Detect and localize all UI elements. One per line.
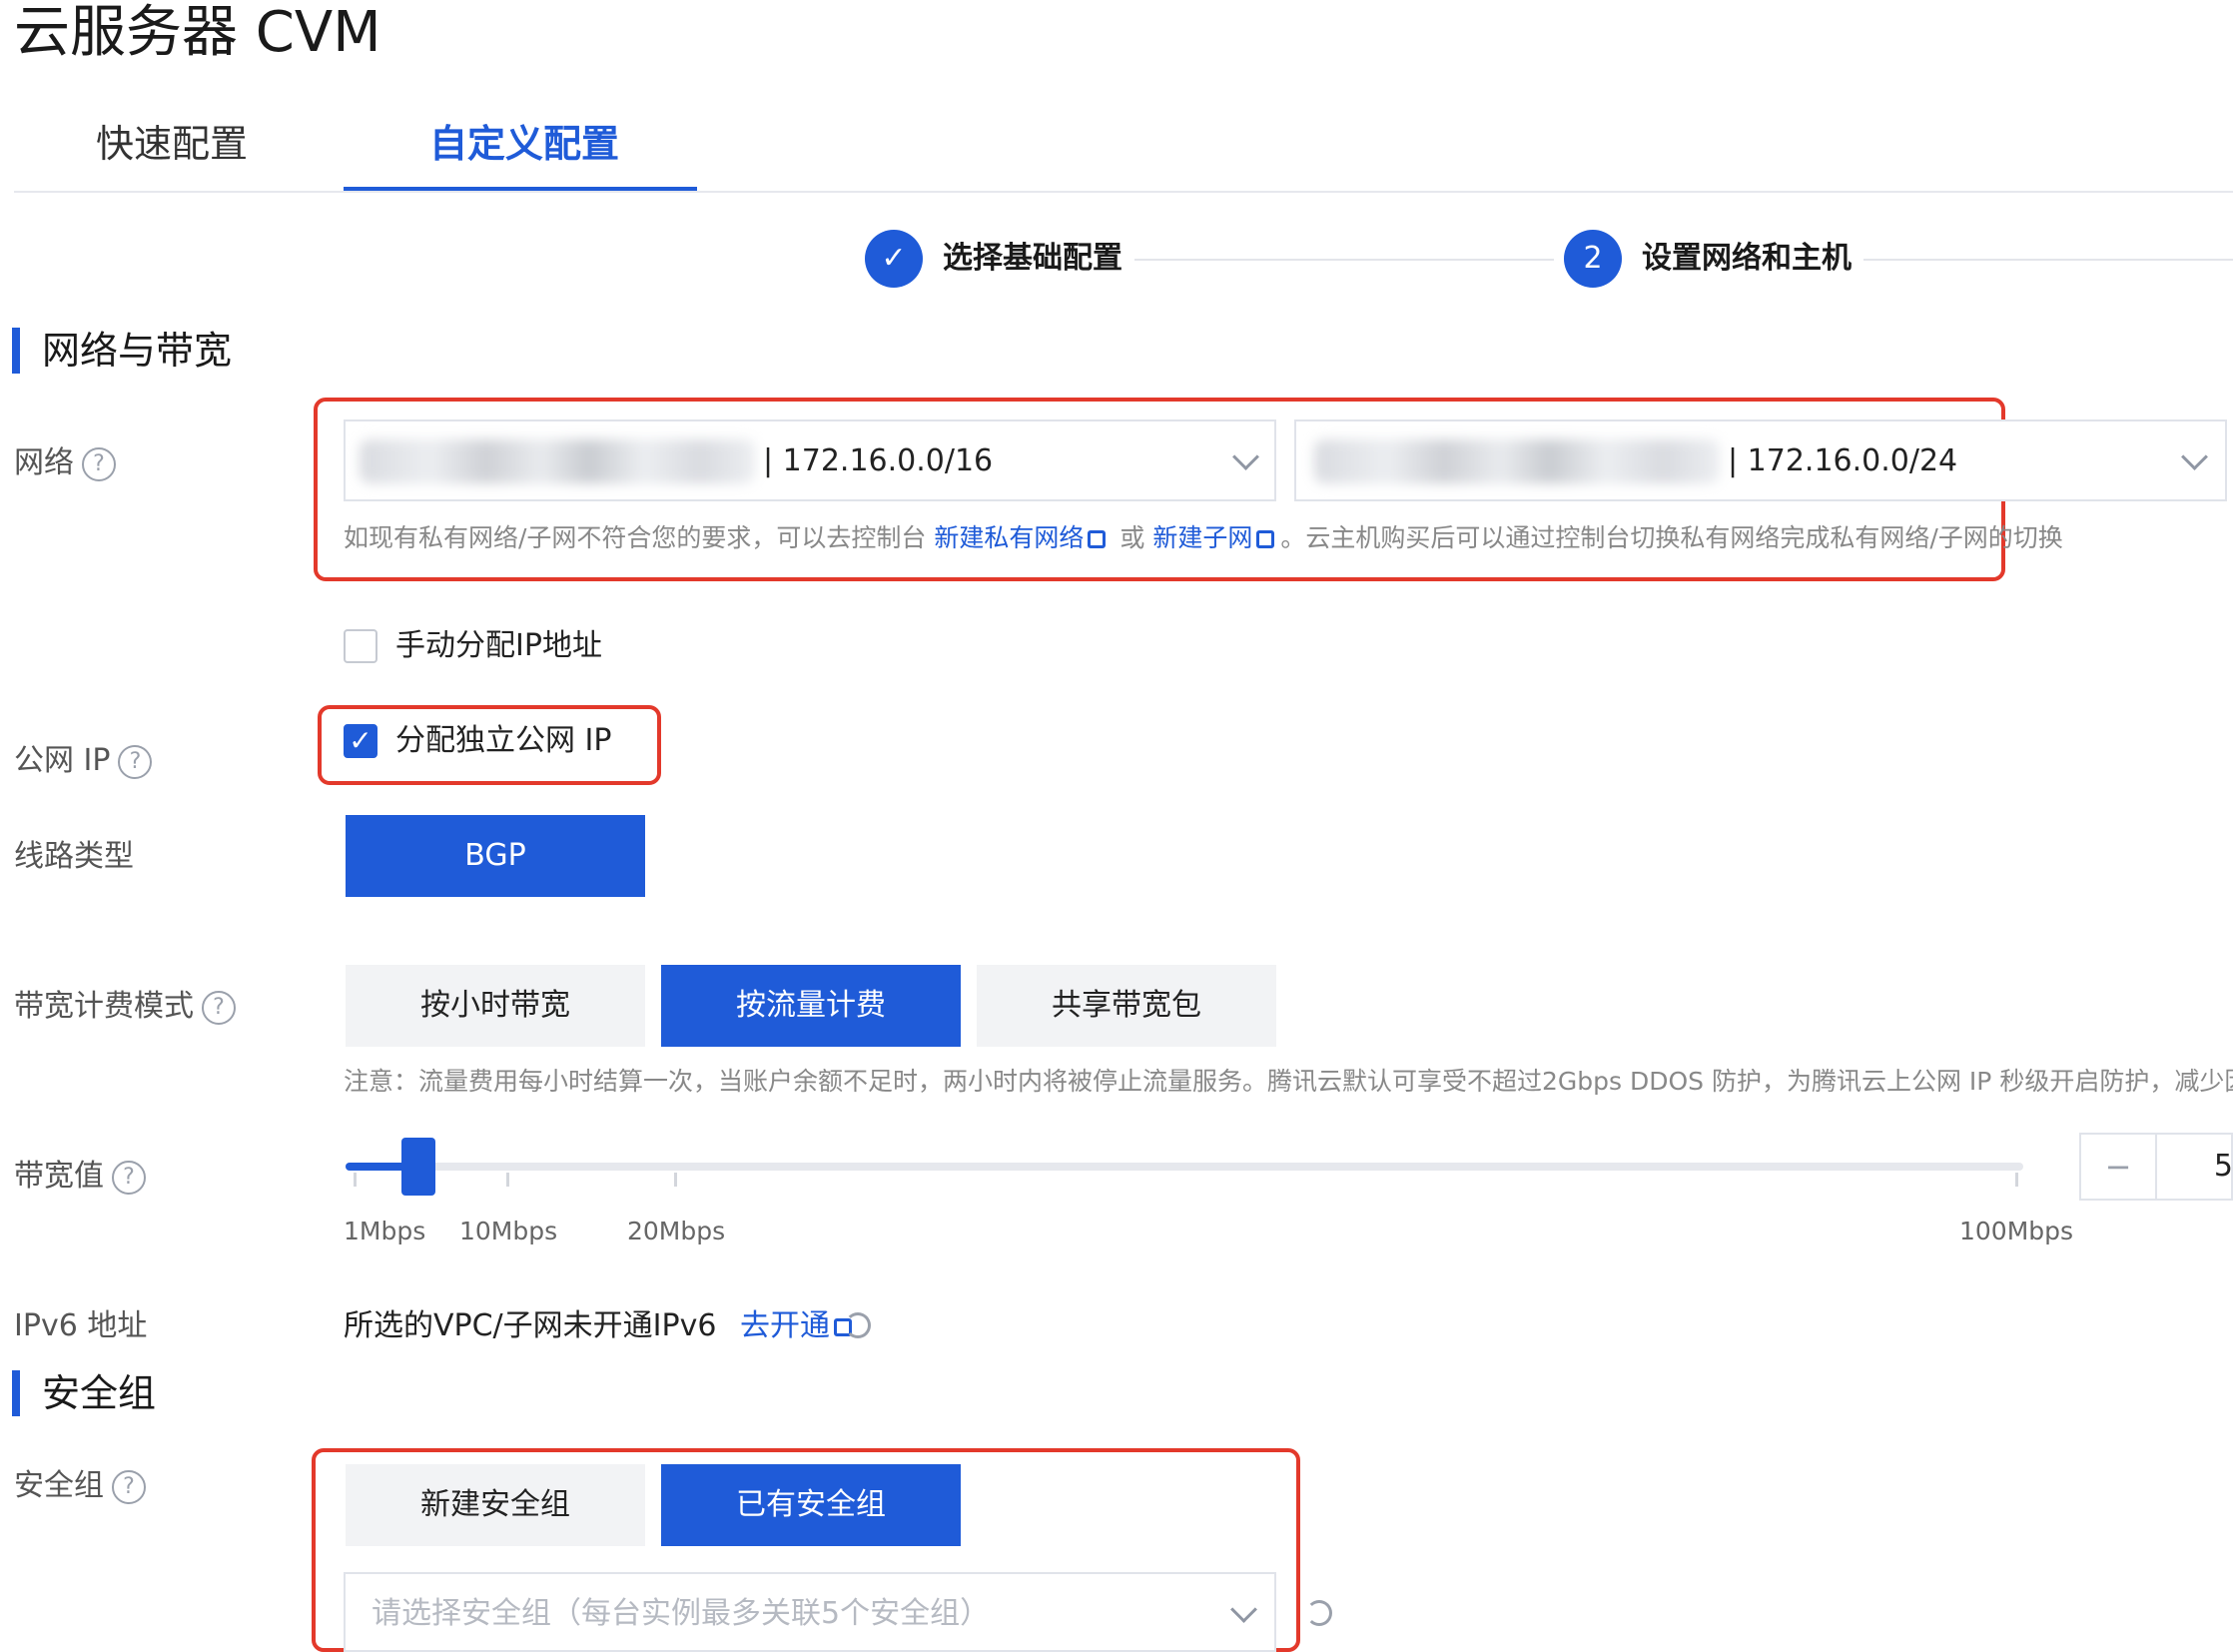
network-hint: 如现有私有网络/子网不符合您的要求，可以去控制台 新建私有网络 或 新建子网 。云… [344,521,2063,555]
decrement-button[interactable]: − [2081,1135,2157,1199]
network-label: 网络? [14,443,116,483]
billing-traffic-button[interactable]: 按流量计费 [661,965,961,1047]
bandwidth-stepper: − 5 [2079,1133,2233,1201]
vpc-name-redacted [360,439,755,483]
network-hint-after: 。云主机购买后可以通过控制台切换私有网络完成私有网络/子网的切换 [1280,523,2063,552]
security-group-placeholder: 请选择安全组（每台实例最多关联5个安全组） [372,1596,991,1631]
manual-ip-checkbox[interactable] [344,629,377,663]
manual-ip-label: 手动分配IP地址 [395,628,602,663]
section-title-security: 安全组 [42,1371,157,1415]
active-tab-indicator [344,187,697,191]
slider-tick [354,1173,357,1187]
help-icon[interactable]: ? [112,1160,146,1195]
tick-label-10mbps: 10Mbps [459,1217,558,1245]
tab-custom-config[interactable]: 自定义配置 [429,116,619,172]
section-marker [12,328,20,374]
page-title: 云服务器 CVM [14,0,381,65]
new-security-group-button[interactable]: 新建安全组 [346,1464,645,1546]
vpc-cidr: | 172.16.0.0/16 [763,443,994,478]
bandwidth-label-text: 带宽值 [14,1159,104,1194]
help-icon[interactable]: ? [112,1469,146,1504]
step-1-check-icon: ✓ [865,230,923,288]
billing-mode-label-text: 带宽计费模式 [14,989,194,1024]
existing-security-group-button[interactable]: 已有安全组 [661,1464,961,1546]
section-title-network: 网络与带宽 [42,329,233,373]
billing-hourly-button[interactable]: 按小时带宽 [346,965,645,1047]
security-group-label-text: 安全组 [14,1468,104,1503]
security-group-select[interactable]: 请选择安全组（每台实例最多关联5个安全组） [344,1572,1276,1652]
billing-shared-button[interactable]: 共享带宽包 [977,965,1276,1047]
public-ip-label: 公网 IP? [14,741,153,781]
ipv6-enable-link[interactable]: 去开通 [740,1308,830,1343]
ipv6-label: IPv6 地址 [14,1308,148,1343]
help-icon[interactable]: ? [202,990,236,1025]
bandwidth-value-input[interactable]: 5 [2157,1135,2233,1199]
new-vpc-link[interactable]: 新建私有网络 [934,523,1084,552]
bgp-button[interactable]: BGP [346,815,645,897]
tick-label-100mbps: 100Mbps [1959,1217,2074,1245]
step-connector [1134,259,1554,261]
new-subnet-link[interactable]: 新建子网 [1152,523,1252,552]
subnet-name-redacted [1314,439,1720,483]
chevron-down-icon [1230,1596,1257,1623]
step-2-label: 设置网络和主机 [1642,241,1852,276]
billing-notice: 注意：流量费用每小时结算一次，当账户余额不足时，两小时内将被停止流量服务。腾讯云… [344,1067,2233,1096]
slider-tick [2015,1173,2018,1187]
public-ip-checkbox-label: 分配独立公网 IP [395,723,612,758]
vpc-select[interactable]: | 172.16.0.0/16 [344,419,1276,501]
help-icon[interactable]: ? [118,744,153,779]
public-ip-checkbox[interactable]: ✓ [344,724,377,758]
subnet-select[interactable]: | 172.16.0.0/24 [1294,419,2227,501]
public-ip-label-text: 公网 IP [14,743,111,778]
slider-tick [674,1173,677,1187]
tabs-divider [14,191,2233,193]
step-1-label: 选择基础配置 [943,241,1122,276]
billing-mode-label: 带宽计费模式? [14,987,236,1027]
bandwidth-label: 带宽值? [14,1157,146,1197]
security-group-label: 安全组? [14,1466,146,1506]
bandwidth-slider-track[interactable] [346,1163,2023,1171]
ipv6-status-text: 所选的VPC/子网未开通IPv6 [344,1308,717,1343]
slider-tick [506,1173,509,1187]
step-2-number: 2 [1564,230,1622,288]
ipv6-status: 所选的VPC/子网未开通IPv6 去开通 [344,1306,858,1346]
network-hint-before: 如现有私有网络/子网不符合您的要求，可以去控制台 [344,523,927,552]
chevron-down-icon [2181,443,2208,470]
bandwidth-slider-thumb[interactable] [401,1138,435,1196]
network-label-text: 网络 [14,445,74,480]
line-type-label: 线路类型 [14,839,134,874]
subnet-cidr: | 172.16.0.0/24 [1728,443,1958,478]
external-link-icon[interactable] [1088,530,1107,548]
refresh-icon[interactable] [1306,1600,1332,1626]
tick-label-1mbps: 1Mbps [344,1217,426,1245]
external-link-icon[interactable] [1256,530,1275,548]
refresh-icon[interactable] [845,1312,871,1338]
chevron-down-icon [1232,443,1259,470]
network-hint-or: 或 [1119,523,1145,552]
section-marker [12,1370,20,1416]
step-connector-tail [1863,259,2233,261]
help-icon[interactable]: ? [82,446,116,481]
tab-quick-config[interactable]: 快速配置 [96,116,248,172]
tick-label-20mbps: 20Mbps [627,1217,726,1245]
